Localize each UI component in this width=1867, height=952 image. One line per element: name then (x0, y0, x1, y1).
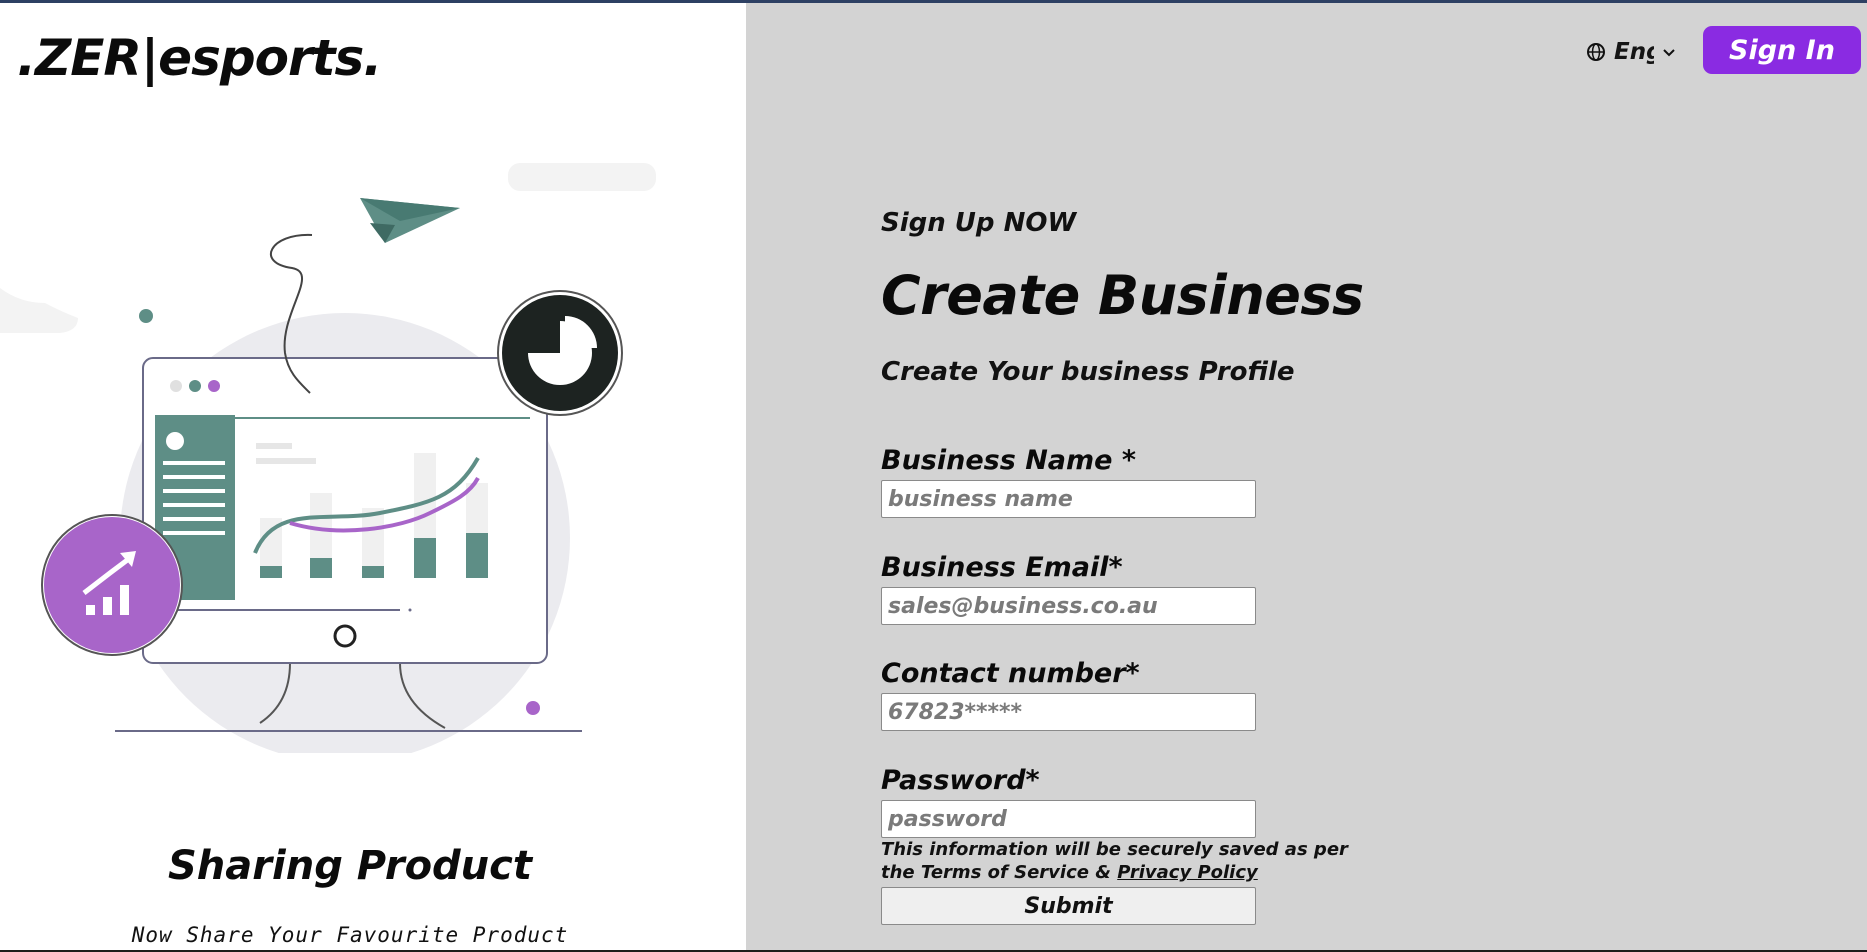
business-email-input[interactable] (881, 587, 1256, 625)
page-title: Create Business (881, 264, 1364, 327)
brand-logo[interactable]: .ZER|esports. (17, 29, 382, 87)
submit-button[interactable]: Submit (881, 887, 1256, 925)
pie-chart-icon (497, 290, 623, 416)
business-name-group: Business Name * (881, 445, 1256, 518)
business-name-input[interactable] (881, 480, 1256, 518)
business-name-label: Business Name * (881, 445, 1136, 476)
password-input[interactable] (881, 800, 1256, 838)
form-subtitle: Create Your business Profile (881, 357, 1295, 387)
password-label: Password* (881, 765, 1040, 796)
signup-kicker: Sign Up NOW (881, 208, 1077, 238)
hero-title: Sharing Product (168, 843, 532, 889)
growth-chart-icon (41, 514, 183, 656)
password-group: Password* (881, 765, 1256, 838)
hero-panel: .ZER|esports. Sharing Product Now Share … (0, 3, 746, 950)
hero-subtitle: Now Share Your Favourite Product (131, 923, 569, 947)
contact-number-group: Contact number* (881, 658, 1256, 731)
contact-number-label: Contact number* (881, 658, 1140, 689)
signup-panel: English Sign In Sign Up NOW Create Busin… (746, 3, 1867, 950)
privacy-notice-text: This information will be securely saved … (881, 839, 1348, 883)
privacy-notice: This information will be securely saved … (881, 838, 1351, 884)
cloud-shape (508, 163, 656, 191)
business-email-label: Business Email* (881, 552, 1123, 583)
business-email-group: Business Email* (881, 552, 1256, 625)
create-business-form: Sign Up NOW Create Business Create Your … (881, 208, 1481, 925)
contact-number-input[interactable] (881, 693, 1256, 731)
language-selector[interactable]: English (1586, 39, 1676, 65)
dashboard-illustration (0, 163, 656, 753)
sign-in-button[interactable]: Sign In (1703, 26, 1861, 74)
cloud-shape (0, 288, 78, 333)
privacy-policy-link[interactable]: Privacy Policy (1117, 862, 1258, 883)
paper-plane-icon (360, 198, 460, 243)
language-label: English (1614, 39, 1654, 65)
chevron-down-icon (1663, 49, 1675, 57)
globe-icon (1587, 43, 1605, 61)
